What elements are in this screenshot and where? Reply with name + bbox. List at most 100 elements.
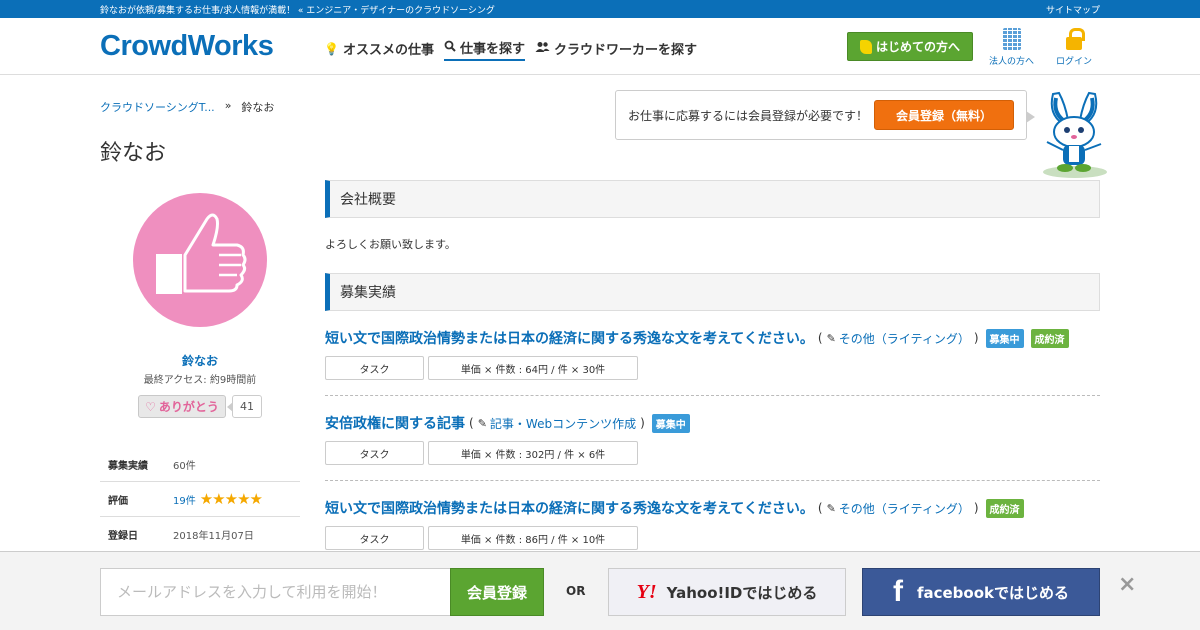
category-close-paren: ) xyxy=(640,416,645,430)
building-icon xyxy=(1002,28,1021,50)
main-nav: 💡 オススメの仕事 仕事を探す クラウドワーカーを探す xyxy=(324,38,697,61)
corporate-link[interactable]: 法人の方へ xyxy=(989,28,1034,67)
close-icon[interactable]: × xyxy=(1118,572,1136,597)
beginner-guide-button[interactable]: はじめての方へ xyxy=(847,32,973,61)
page-title: 鈴なお xyxy=(100,141,167,166)
company-description: よろしくお願い致します。 xyxy=(325,238,456,251)
thanks-count: 41 xyxy=(227,395,262,418)
recruitment-history-heading: 募集実績 xyxy=(325,273,1100,311)
nav-find-jobs[interactable]: 仕事を探す xyxy=(443,38,525,61)
profile-stats: 募集実績 60件 評価 19件 ★★★★★ 登録日 2018年11月07日 xyxy=(100,447,300,552)
status-badge-recruiting: 募集中 xyxy=(651,413,690,433)
category-close-paren: ) xyxy=(973,331,979,345)
email-input[interactable] xyxy=(100,568,451,616)
yahoo-logo-icon: Y! xyxy=(636,580,657,603)
job-category-label: その他（ライティング） xyxy=(838,331,970,346)
or-separator: OR xyxy=(566,584,586,598)
job-item: 短い文で国際政治情勢または日本の経済に関する秀逸な文を考えてください。 ( ✎ … xyxy=(325,498,1100,550)
company-overview-heading: 会社概要 xyxy=(325,180,1100,218)
nav-recommended-jobs[interactable]: 💡 オススメの仕事 xyxy=(324,38,434,61)
registration-message: お仕事に応募するには会員登録が必要です！ xyxy=(628,108,869,123)
job-title-link[interactable]: 短い文で国際政治情勢または日本の経済に関する秀逸な文を考えてください。 xyxy=(325,328,814,348)
category-open-paren: ( xyxy=(469,416,474,430)
nav-find-workers[interactable]: クラウドワーカーを探す xyxy=(535,38,697,61)
stat-row: 募集実績 60件 xyxy=(100,447,300,482)
job-title-link[interactable]: 短い文で国際政治情勢または日本の経済に関する秀逸な文を考えてください。 xyxy=(325,498,814,518)
facebook-logo-icon: f xyxy=(892,575,903,608)
job-category-label: その他（ライティング） xyxy=(838,501,970,516)
category-open-paren: ( xyxy=(817,331,823,345)
category-open-paren: ( xyxy=(817,501,823,515)
yahoo-login-button[interactable]: Y! Yahoo!IDではじめる xyxy=(608,568,846,616)
stat-label: 募集実績 xyxy=(108,460,148,472)
site-header: CrowdWorks 💡 オススメの仕事 仕事を探す クラウドワーカーを探す は… xyxy=(0,18,1200,75)
job-category-link[interactable]: ✎ その他（ライティング） xyxy=(827,500,970,517)
lock-icon xyxy=(1066,28,1085,50)
pencil-icon: ✎ xyxy=(477,416,487,430)
beginner-mark-icon xyxy=(859,39,872,54)
search-icon xyxy=(444,40,456,55)
job-divider xyxy=(325,480,1100,481)
lightbulb-icon: 💡 xyxy=(324,41,339,56)
yahoo-button-label: Yahoo!IDではじめる xyxy=(666,583,818,602)
signup-bar: 会員登録 OR Y! Yahoo!IDではじめる f facebookではじめる… xyxy=(0,551,1200,630)
job-category-link[interactable]: ✎ その他（ライティング） xyxy=(827,330,970,347)
status-badge-contracted: 成約済 xyxy=(1030,328,1069,348)
facebook-login-button[interactable]: f facebookではじめる xyxy=(862,568,1100,616)
stat-value: 2018年11月07日 xyxy=(173,530,254,542)
facebook-button-label: facebookではじめる xyxy=(916,583,1070,602)
corporate-link-label: 法人の方へ xyxy=(989,57,1035,67)
stat-row: 評価 19件 ★★★★★ xyxy=(100,482,300,517)
user-name[interactable]: 鈴なお xyxy=(100,352,300,369)
heart-icon: ♡ xyxy=(145,399,156,414)
breadcrumb-root[interactable]: クラウドソーシングT... xyxy=(100,99,215,115)
pencil-icon: ✎ xyxy=(826,501,836,515)
category-close-paren: ) xyxy=(973,501,979,515)
nav-label: 仕事を探す xyxy=(459,42,525,57)
thanks-widget: ♡ ありがとう 41 xyxy=(138,395,262,418)
status-badge-recruiting: 募集中 xyxy=(985,328,1024,348)
register-free-button[interactable]: 会員登録（無料） xyxy=(874,100,1015,130)
stat-value: 60件 xyxy=(173,460,196,472)
rabbit-mascot-icon xyxy=(1035,90,1113,180)
site-tagline: 鈴なおが依頼/募集するお仕事/求人情報が満載！ « エンジニア・デザイナーのクラ… xyxy=(100,5,495,16)
job-price-tag: 単価 × 件数 : 64円 / 件 × 30件 xyxy=(428,356,638,380)
stat-row: 登録日 2018年11月07日 xyxy=(100,517,300,552)
crowdworks-logo[interactable]: CrowdWorks xyxy=(100,30,274,63)
job-type-tag: タスク xyxy=(325,441,424,465)
sitemap-link[interactable]: サイトマップ xyxy=(1046,3,1100,16)
login-link[interactable]: ログイン xyxy=(1056,28,1092,67)
beginner-button-label: はじめての方へ xyxy=(875,40,960,54)
job-type-tag: タスク xyxy=(325,526,424,550)
registration-prompt: お仕事に応募するには会員登録が必要です！ 会員登録（無料） xyxy=(615,90,1035,140)
job-divider xyxy=(325,395,1100,396)
users-icon xyxy=(535,41,550,56)
job-title-link[interactable]: 安倍政権に関する記事 xyxy=(325,413,465,433)
job-category-link[interactable]: ✎ 記事・Webコンテンツ作成 xyxy=(478,415,636,432)
job-price-tag: 単価 × 件数 : 302円 / 件 × 6件 xyxy=(428,441,638,465)
nav-label: オススメの仕事 xyxy=(342,43,434,58)
job-category-label: 記事・Webコンテンツ作成 xyxy=(489,416,637,431)
top-bar: 鈴なおが依頼/募集するお仕事/求人情報が満載！ « エンジニア・デザイナーのクラ… xyxy=(0,0,1200,18)
stat-label: 登録日 xyxy=(108,530,138,542)
thanks-label: ありがとう xyxy=(158,400,219,414)
breadcrumb-separator: » xyxy=(224,99,232,112)
stat-label: 評価 xyxy=(108,495,128,507)
job-item: 短い文で国際政治情勢または日本の経済に関する秀逸な文を考えてください。 ( ✎ … xyxy=(325,328,1100,380)
rating-value: 19件 ★★★★★ xyxy=(173,490,263,508)
nav-label: クラウドワーカーを探す xyxy=(553,43,697,58)
status-badge-contracted: 成約済 xyxy=(985,498,1024,518)
rating-stars-icon: ★★★★★ xyxy=(199,490,263,508)
signup-button[interactable]: 会員登録 xyxy=(450,568,544,616)
rating-count-link[interactable]: 19件 xyxy=(173,492,196,507)
job-price-tag: 単価 × 件数 : 86円 / 件 × 10件 xyxy=(428,526,638,550)
job-item: 安倍政権に関する記事 ( ✎ 記事・Webコンテンツ作成 ) 募集中 タスク 単… xyxy=(325,413,1100,465)
last-access: 最終アクセス: 約9時間前 xyxy=(143,375,257,386)
pencil-icon: ✎ xyxy=(826,331,836,345)
breadcrumb: クラウドソーシングT... » 鈴なお xyxy=(100,99,274,115)
breadcrumb-current: 鈴なお xyxy=(241,101,275,114)
thanks-button[interactable]: ♡ ありがとう xyxy=(138,395,226,418)
user-avatar xyxy=(133,193,267,327)
job-type-tag: タスク xyxy=(325,356,424,380)
thumbs-up-icon xyxy=(156,213,247,294)
